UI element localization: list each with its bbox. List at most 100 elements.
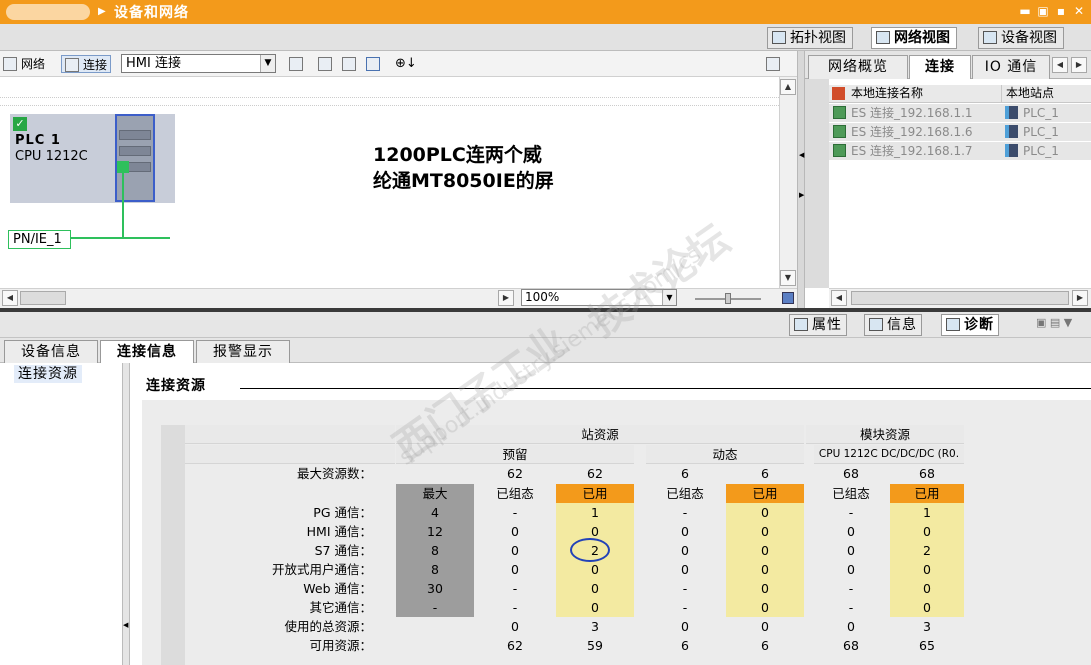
annotation-line-1: 1200PLC连两个威 [373,144,542,166]
col-local-station[interactable]: 本地站点 [1006,85,1054,102]
tab-network-overview[interactable]: 网络概览 [808,55,908,79]
tab-connections[interactable]: 连接 [909,55,971,79]
scroll-thumb[interactable] [851,291,1069,305]
subnet-label[interactable]: PN/IE_1 [8,230,71,249]
overview-button[interactable] [366,55,384,73]
scroll-down-icon[interactable]: ▼ [780,270,796,286]
rename-icon [289,57,303,71]
navigator-icon[interactable] [782,292,794,304]
canvas-vertical-scrollbar[interactable]: ▲ ▼ [779,77,797,288]
resource-cell: 0 [726,503,804,522]
minimize-button[interactable]: ▬ [1018,4,1032,18]
resource-cell: 12 [396,522,474,541]
col-local-connection-name[interactable]: 本地连接名称 [851,85,923,102]
cpu-module-graphic[interactable] [115,114,155,202]
resource-cell: 0 [556,560,634,579]
resource-cell: 6 [761,638,769,653]
scroll-thumb[interactable] [20,291,66,305]
close-button[interactable]: ✕ [1072,4,1086,18]
subnet-line[interactable] [70,237,170,239]
resource-cell: 30 [396,579,474,598]
table-row[interactable]: ES 连接_192.168.1.6 PLC_1 [829,123,1091,142]
table-row[interactable]: ES 连接_192.168.1.1 PLC_1 [829,104,1091,123]
resource-cell: 2 [890,541,964,560]
tab-network-view[interactable]: 网络视图 [871,27,957,49]
restore-button[interactable]: ▣ [1036,4,1050,18]
tab-properties[interactable]: 属性 [789,314,847,336]
connection-station: PLC_1 [1023,125,1059,139]
scroll-left-icon[interactable]: ◀ [2,290,18,306]
diagnostics-subtabs: 设备信息 连接信息 报警显示 [0,338,1091,363]
nav-scrollbar[interactable]: ◀ [122,363,130,665]
connection-key-icon [832,87,845,100]
address-button[interactable] [318,55,336,73]
tab-alarm-display[interactable]: 报警显示 [196,340,290,363]
resource-cell: 0 [726,579,804,598]
row-label: 其它通信： [309,600,372,615]
resource-cell: 0 [890,598,964,617]
nav-item-connection-resources[interactable]: 连接资源 [14,365,82,383]
profinet-port-icon[interactable] [117,161,129,173]
row-label: S7 通信： [314,543,372,558]
editor-titlebar: ▶ 设备和网络 ▬ ▣ ▪ ✕ [0,0,1091,24]
resource-cell: 4 [396,503,474,522]
resource-cell: 62 [507,638,523,653]
max-resource-value: 68 [843,466,859,481]
resource-cell: - [848,505,854,520]
network-mode-button[interactable]: 网络 [3,55,45,73]
collapse-left-icon[interactable]: ◀ [799,151,804,159]
tab-diagnostics[interactable]: 诊断 [941,314,999,336]
tab-device-info[interactable]: 设备信息 [4,340,98,363]
scroll-right-icon[interactable]: ▶ [498,290,514,306]
resource-cell: 3 [923,619,931,634]
module-slot [119,130,151,140]
scroll-right-icon[interactable]: ▶ [1072,290,1088,306]
resource-cell: 0 [761,619,769,634]
scroll-left-icon[interactable]: ◀ [123,621,128,629]
tab-device-view[interactable]: 设备视图 [978,27,1064,49]
resource-cell: 0 [890,522,964,541]
table-corner [185,425,395,444]
connect-mode-button[interactable]: 连接 [61,55,112,73]
table-horizontal-scrollbar[interactable]: ◀ ▶ [829,288,1091,308]
panel-toggle-button[interactable] [766,55,784,73]
panel-splitter[interactable]: ◀ ▶ [797,51,805,308]
resource-cell [396,636,474,655]
resource-cell: 0 [681,562,689,577]
device-name: PLC 1 [15,133,61,148]
resource-cell: 0 [890,579,964,598]
tab-topology-view[interactable]: 拓扑视图 [767,27,853,49]
highlight-circle [570,538,610,562]
tab-io-communication[interactable]: IO 通信 [972,55,1050,79]
connection-type-select[interactable]: HMI 连接 ▼ [121,54,276,73]
resource-cell: 59 [587,638,603,653]
resource-cell: 0 [847,524,855,539]
dock-button[interactable]: ▪ [1054,4,1068,18]
es-connection-icon [833,106,846,119]
tab-label: 属性 [812,317,842,333]
table-row[interactable]: ES 连接_192.168.1.7 PLC_1 [829,142,1091,161]
tab-scroll-right-icon[interactable]: ▶ [1071,57,1087,73]
tab-scroll-left-icon[interactable]: ◀ [1052,57,1068,73]
table-button[interactable] [342,55,360,73]
zoom-button[interactable]: ⊕↓ [395,55,417,73]
scroll-up-icon[interactable]: ▲ [780,79,796,95]
tab-info[interactable]: 信息 [864,314,922,336]
network-icon [3,57,17,71]
column-subheader: 已用 [726,484,804,503]
network-label: 网络 [21,57,46,71]
module-resources-header: 模块资源 [806,425,964,444]
address-icon [318,57,332,71]
zoom-slider-handle[interactable] [725,293,731,304]
rename-button[interactable] [289,55,307,73]
panel-options-icon[interactable]: ▣ ▤ ▼ [1036,316,1072,329]
canvas-horizontal-scrollbar[interactable]: ◀ ▶ [0,288,797,308]
tab-label: 网络视图 [894,30,950,46]
zoom-select[interactable]: 100% ▼ [521,289,677,306]
row-label: PG 通信： [313,505,372,520]
collapse-right-icon[interactable]: ▶ [799,191,804,199]
scroll-left-icon[interactable]: ◀ [831,290,847,306]
section-rule [240,388,1091,389]
resource-cell: 0 [681,524,689,539]
tab-connection-info[interactable]: 连接信息 [100,340,194,363]
